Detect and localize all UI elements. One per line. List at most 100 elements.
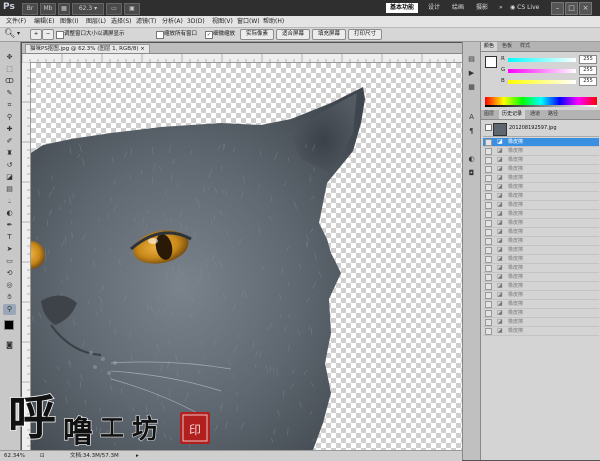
color-r-slider[interactable] [508, 58, 576, 62]
tab-paths[interactable]: 路径 [545, 110, 561, 119]
history-item[interactable]: ◪橡皮擦 [483, 192, 599, 201]
minibridge-icon[interactable]: Mb [40, 3, 56, 15]
menu-layer[interactable]: 图层(L) [86, 17, 106, 26]
history-source-checkbox[interactable] [485, 256, 492, 263]
history-source-checkbox[interactable] [485, 157, 492, 164]
history-source-checkbox[interactable] [485, 310, 492, 317]
history-source-checkbox[interactable] [485, 274, 492, 281]
history-item[interactable]: ◪橡皮擦 [483, 309, 599, 318]
shape-tool-icon[interactable]: ▭ [3, 256, 16, 267]
tab-color[interactable]: 颜色 [481, 42, 497, 51]
grayscale-ramp[interactable] [485, 105, 597, 107]
color-spectrum-bar[interactable] [485, 97, 597, 105]
history-source-checkbox[interactable] [485, 283, 492, 290]
history-source-checkbox[interactable] [485, 238, 492, 245]
path-select-tool-icon[interactable]: ➤ [3, 244, 16, 255]
color-g-slider[interactable] [508, 69, 576, 73]
fill-screen-button[interactable]: 填充屏幕 [312, 29, 346, 40]
history-item[interactable]: ◪橡皮擦 [483, 246, 599, 255]
tab-swatches[interactable]: 色板 [499, 42, 515, 51]
history-source-checkbox[interactable] [485, 148, 492, 155]
eraser-tool-icon[interactable]: ◪ [3, 172, 16, 183]
type-tool-icon[interactable]: T [3, 232, 16, 243]
blur-tool-icon[interactable]: 💧︎ [3, 196, 16, 207]
menu-filter[interactable]: 滤镜(T) [136, 17, 156, 26]
menu-help[interactable]: 帮助(H) [263, 17, 284, 26]
history-source-checkbox[interactable] [485, 220, 492, 227]
history-source-checkbox[interactable] [485, 301, 492, 308]
history-item[interactable]: ◪橡皮擦 [483, 273, 599, 282]
history-source-checkbox[interactable] [485, 211, 492, 218]
history-item[interactable]: ◪橡皮擦 [483, 201, 599, 210]
history-source-checkbox[interactable] [485, 166, 492, 173]
marquee-tool-icon[interactable]: ⬚ [3, 64, 16, 75]
menu-3d[interactable]: 3D(D) [187, 17, 205, 26]
actual-pixels-button[interactable]: 实际像素 [240, 29, 274, 40]
workspace-photography[interactable]: 摄影 [472, 3, 492, 13]
workspace-more[interactable]: » [495, 3, 507, 13]
lasso-tool-icon[interactable]: ↀ [3, 76, 16, 87]
history-panel-icon[interactable]: ▤ [466, 54, 477, 65]
menu-window[interactable]: 窗口(W) [237, 17, 260, 26]
menu-select[interactable]: 选择(S) [111, 17, 132, 26]
history-item[interactable]: ◪橡皮擦 [483, 228, 599, 237]
menu-file[interactable]: 文件(F) [6, 17, 26, 26]
foreground-swatch[interactable] [485, 56, 497, 68]
history-item[interactable]: ◪橡皮擦 [483, 327, 599, 336]
healing-brush-tool-icon[interactable]: ✚ [3, 124, 16, 135]
history-item[interactable]: ◪橡皮擦 [483, 264, 599, 273]
move-tool-icon[interactable]: ✥ [3, 52, 16, 63]
history-source-checkbox[interactable] [485, 175, 492, 182]
menu-image[interactable]: 图像(I) [60, 17, 78, 26]
history-source-checkbox[interactable] [485, 229, 492, 236]
history-item[interactable]: ◪橡皮擦 [483, 210, 599, 219]
color-b-value[interactable]: 255 [579, 77, 597, 86]
history-source-checkbox[interactable] [485, 193, 492, 200]
history-source-checkbox[interactable] [485, 139, 492, 146]
clone-stamp-tool-icon[interactable]: ♜ [3, 148, 16, 159]
masks-panel-icon[interactable]: ◘ [466, 168, 477, 179]
extras-icon[interactable]: ▦ [58, 3, 70, 15]
eyedropper-tool-icon[interactable]: ⚲ [3, 112, 16, 123]
quick-select-tool-icon[interactable]: ✎ [3, 88, 16, 99]
workspace-painting[interactable]: 绘画 [448, 3, 468, 13]
screen-mode-icon[interactable]: ▣ [124, 3, 140, 15]
resize-windows-checkbox[interactable] [56, 31, 64, 39]
history-item[interactable]: ◪橡皮擦 [483, 174, 599, 183]
swatches-panel-icon[interactable]: ▦ [466, 82, 477, 93]
pen-tool-icon[interactable]: ✒ [3, 220, 16, 231]
foreground-color-swatch[interactable] [4, 320, 14, 330]
tab-channels[interactable]: 通道 [527, 110, 543, 119]
history-source-checkbox[interactable] [485, 265, 492, 272]
history-item[interactable]: ◪橡皮擦 [483, 318, 599, 327]
history-source-checkbox[interactable] [485, 328, 492, 335]
gradient-tool-icon[interactable]: ▤ [3, 184, 16, 195]
crop-tool-icon[interactable]: ⌗ [3, 100, 16, 111]
color-g-value[interactable]: 255 [579, 66, 597, 75]
history-item[interactable]: ◪橡皮擦 [483, 183, 599, 192]
close-icon[interactable]: × [579, 2, 592, 15]
workspace-design[interactable]: 设计 [424, 3, 444, 13]
zoom-tool-icon[interactable]: 🔍︎ [4, 29, 15, 39]
menu-analysis[interactable]: 分析(A) [162, 17, 183, 26]
history-item[interactable]: ◪橡皮擦 [483, 165, 599, 174]
history-source-checkbox[interactable] [485, 292, 492, 299]
color-r-value[interactable]: 255 [579, 55, 597, 64]
minimize-icon[interactable]: – [551, 2, 564, 15]
cs-live-button[interactable]: ◉ CS Live [506, 3, 543, 13]
workspace-essentials[interactable]: 基本功能 [386, 3, 418, 13]
zoom-all-windows-checkbox[interactable] [156, 31, 164, 39]
history-source-checkbox[interactable] [485, 184, 492, 191]
zoom-in-icon[interactable]: + [30, 29, 42, 40]
quick-mask-icon[interactable]: ◙ [3, 340, 16, 351]
3d-rotate-tool-icon[interactable]: ⟲ [3, 268, 16, 279]
hand-tool-icon[interactable]: ✋︎ [3, 292, 16, 303]
history-item[interactable]: ◪橡皮擦 [483, 255, 599, 264]
zoom-out-icon[interactable]: − [42, 29, 54, 40]
history-source-checkbox[interactable] [485, 319, 492, 326]
document-tab[interactable]: 猫咪PS抠图.jpg @ 62.3% (图层 1, RGB/8) × [25, 44, 150, 53]
character-panel-icon[interactable]: A [466, 112, 477, 123]
color-b-slider[interactable] [508, 80, 576, 84]
status-menu-icon[interactable]: ▸ [136, 452, 139, 460]
fit-screen-button[interactable]: 适合屏幕 [276, 29, 310, 40]
